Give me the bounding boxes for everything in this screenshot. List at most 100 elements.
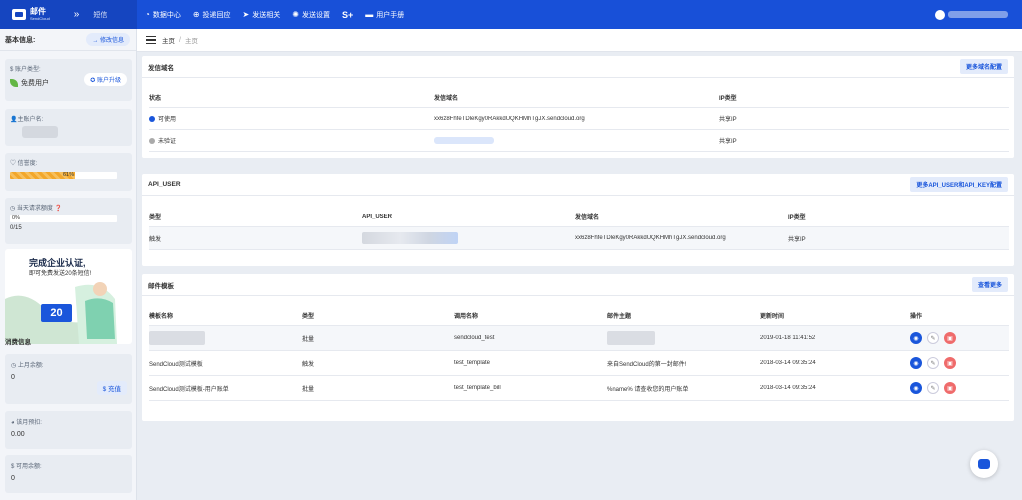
domain-value: xx6z8FhfeTDleKgy0RAkkdUQKHMhTgJX.sendclo… [575,235,726,241]
last-month-value: 0 [11,374,15,381]
ip-value: 共享IP [788,236,806,243]
delivery-icon: ⊕ [192,10,200,19]
nav-manual[interactable]: ▬ 用户手册 [365,10,404,20]
api-user-redacted [362,232,458,244]
chat-button[interactable] [970,450,998,478]
api-user-table: 类型 API_USER 发信域名 IP类型 触发 xx6z8FhfeTDleKg… [149,207,1009,250]
nav-data-center[interactable]: ◔ 数据中心 [145,10,181,20]
brand[interactable]: 邮件 SendCloud » 短信 [0,0,137,29]
delete-icon[interactable]: ▣ [944,382,956,394]
breadcrumb-sep: / [179,36,181,44]
edit-icon[interactable]: ✎ [927,357,939,369]
leaf-icon [10,79,18,87]
month-estimate-label: 该月预扣: [16,420,42,426]
template-time: 2018-03-14 09:35:24 [760,385,816,391]
table-row: 可使用 xx6z8FhfeTDleKgy0RAkkdUQKHMhTgJX.sen… [149,108,1009,130]
top-bar: 邮件 SendCloud » 短信 ◔ 数据中心 ⊕ 投递回应 ➤ 发送相关 ✺ 发送设… [0,0,1022,29]
col-status: 状态 [149,96,162,102]
brand-name: 邮件 [30,6,46,16]
delete-icon[interactable]: ▣ [944,357,956,369]
nav-label: 投递回应 [202,11,231,19]
api-user-title: API_USER [148,181,181,188]
account-type-card: $ 账户类型: 免费用户 ✪ 账户升级 [5,59,132,101]
domains-table: 状态 发信域名 IP类型 可使用 xx6z8FhfeTDleKgy0RAkkdU… [149,88,1009,152]
credit-progress: 61% [10,172,117,179]
enterprise-promo[interactable]: 完成企业认证, 即可免费发送20条短信! 20 [5,249,132,344]
sms-switch[interactable]: 短信 [93,10,107,20]
domains-title: 发信域名 [148,64,174,72]
daily-label: 当天请求额度 [16,206,53,212]
collapse-icon[interactable]: » [74,9,80,20]
account-type-value: 免费用户 [21,80,49,87]
mail-logo-icon [12,9,26,20]
view-icon[interactable]: ◉ [910,382,922,394]
more-domains-button[interactable]: 更多域名配置 [959,59,1008,74]
credit-value: 61% [62,172,74,178]
col-subject: 邮件主题 [607,314,632,320]
check-icon [149,115,155,122]
edit-info-button[interactable]: → 修改信息 [86,33,130,46]
template-type: 批量 [302,386,315,393]
delete-icon[interactable]: ▣ [944,332,956,344]
account-type-label: $ 账户类型: [10,67,41,73]
folder-icon: ▬ [365,10,374,19]
nav-send[interactable]: ➤ 发送相关 [243,10,281,20]
month-estimate-value: 0.00 [11,431,25,438]
view-more-button[interactable]: 查看更多 [971,277,1008,292]
template-name-redacted [149,331,205,345]
domain-redacted [434,137,494,144]
user-menu[interactable] [935,9,1008,20]
template-call: test_template [454,360,491,366]
domain-link[interactable]: xx6z8FhfeTDleKgy0RAkkdUQKHMhTgJX.sendclo… [434,116,719,122]
credit-card: ♡ 信誉度: 61% [5,153,132,191]
view-icon[interactable]: ◉ [910,332,922,344]
subject-redacted [607,331,655,345]
upgrade-button[interactable]: ✪ 账户升级 [84,73,127,86]
s-plus-icon: S+ [341,9,354,20]
nav-label: 用户手册 [376,11,405,19]
templates-title: 邮件模板 [148,282,174,290]
col-actions: 操作 [910,314,923,320]
table-row: 触发 xx6z8FhfeTDleKgy0RAkkdUQKHMhTgJX.send… [149,227,1009,250]
nav-label: 发送相关 [252,11,281,19]
col-template-name: 模板名称 [149,314,174,320]
template-name: SendCloud测试模板 [149,361,203,368]
help-icon[interactable]: ❓ [53,206,62,212]
chat-icon [978,459,990,469]
col-type: 类型 [149,215,162,221]
col-updated: 更新时间 [760,314,785,320]
last-month-card: ◷ 上月余额: 0 $ 充值 [5,354,132,404]
templates-table: 模板名称 类型 调用名称 邮件主题 更新时间 操作 批量 sendcloud_t… [149,306,1009,401]
edit-icon[interactable]: ✎ [927,332,939,344]
main-nav: ◔ 数据中心 ⊕ 投递回应 ➤ 发送相关 ✺ 发送设置 S+ ▬ 用户手册 [145,10,416,20]
username-redacted [948,11,1008,18]
available-label: 可用余额: [16,464,42,470]
ip-type: 共享IP [719,139,737,145]
col-api-user: API_USER [362,213,393,220]
credit-icon: ♡ [10,161,18,167]
table-row: SendCloud测试模板 触发 test_template 来自SendClo… [149,351,1009,376]
template-time: 2019-01-18 11:41:52 [760,335,816,341]
status-ok: 可使用 [158,117,177,123]
recharge-button[interactable]: $ 充值 [96,381,127,395]
type-value: 触发 [149,236,162,243]
more-api-user-button[interactable]: 更多API_USER和API_KEY配置 [910,177,1008,192]
edit-icon[interactable]: ✎ [927,382,939,394]
template-type: 批量 [302,336,315,343]
nav-s-plus[interactable]: S+ [342,10,353,20]
nav-settings[interactable]: ✺ 发送设置 [292,10,330,20]
user-icon [935,9,945,20]
basic-info-header: 基本信息: → 修改信息 [0,29,136,51]
last-month-label: 上月余额: [17,363,44,369]
consume-title: 消费信息 [5,339,31,346]
nav-label: 数据中心 [152,11,181,19]
account-name-card: 👤主账户名: [5,109,132,146]
view-icon[interactable]: ◉ [910,357,922,369]
domains-panel: 发信域名 更多域名配置 状态 发信域名 IP类型 可使用 xx6z8FhfeTD… [142,56,1014,158]
col-domain: 发信域名 [575,215,600,221]
breadcrumb-home[interactable]: 主页 [162,35,175,45]
nav-delivery[interactable]: ⊕ 投递回应 [193,10,231,20]
templates-panel: 邮件模板 查看更多 模板名称 类型 调用名称 邮件主题 更新时间 操作 批量 s… [142,274,1014,421]
clock-icon: ◷ [11,363,18,369]
menu-icon[interactable] [146,36,156,44]
